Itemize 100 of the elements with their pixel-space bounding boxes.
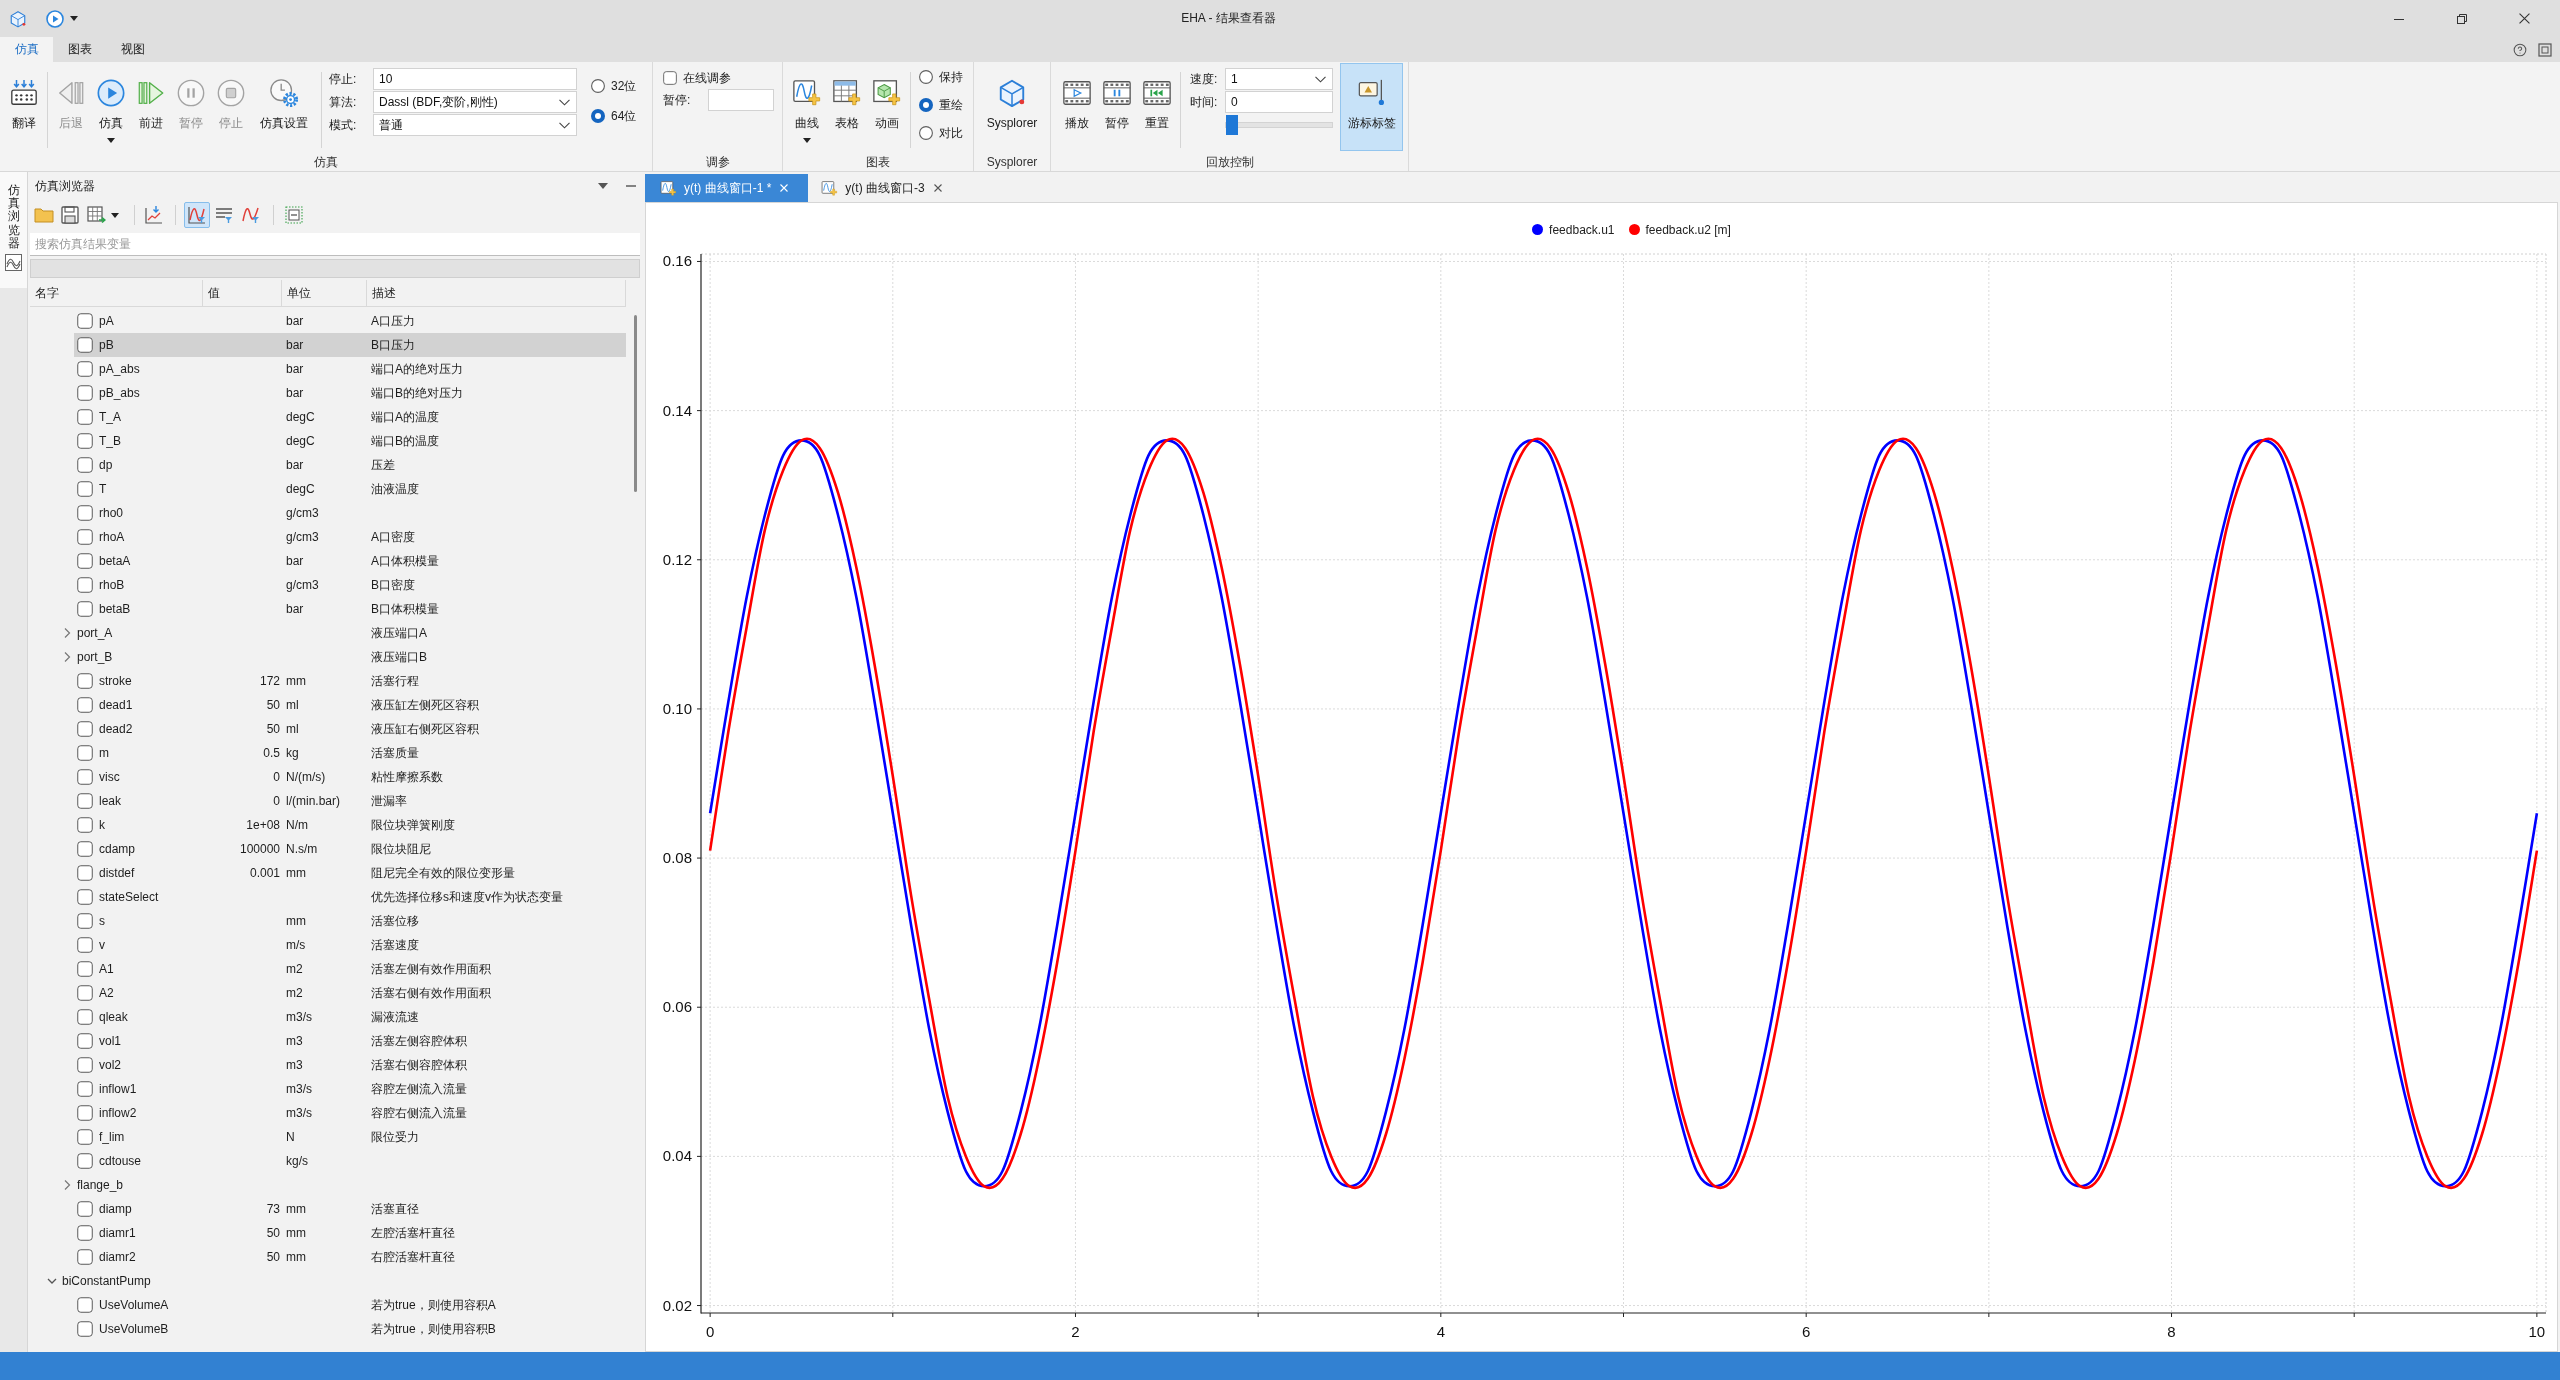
chart-import-icon[interactable]	[144, 205, 164, 225]
tree-row[interactable]: qleak m3/s 漏液流速	[74, 1005, 626, 1029]
checkbox[interactable]	[77, 385, 93, 401]
radio-button[interactable]	[919, 98, 933, 112]
checkbox[interactable]	[77, 697, 93, 713]
menu-tab[interactable]: 图表	[53, 37, 106, 62]
radio-button[interactable]	[591, 109, 605, 123]
ribbon-button[interactable]: 前进	[131, 63, 171, 151]
column-header[interactable]: 值	[203, 280, 282, 306]
tree-row[interactable]: visc 0 N/(m/s) 粘性摩擦系数	[74, 765, 626, 789]
chevron-icon[interactable]	[62, 651, 72, 663]
window-icon[interactable]	[2538, 42, 2552, 57]
save-icon[interactable]	[60, 205, 80, 225]
tree-row[interactable]: pA_abs bar 端口A的绝对压力	[74, 357, 626, 381]
tree-row[interactable]: stateSelect 优先选择位移s和速度v作为状态变量	[74, 885, 626, 909]
close-icon[interactable]	[2519, 13, 2530, 24]
tree-row[interactable]: diamr1 50 mm 左腔活塞杆直径	[74, 1221, 626, 1245]
ribbon-button[interactable]: 仿真	[91, 63, 131, 151]
checkbox[interactable]	[77, 1201, 93, 1217]
restore-icon[interactable]	[2456, 13, 2467, 24]
tree-row[interactable]: cdtouse kg/s	[74, 1149, 626, 1173]
checkbox[interactable]	[77, 937, 93, 953]
checkbox[interactable]	[77, 457, 93, 473]
checkbox[interactable]	[77, 721, 93, 737]
tree-row[interactable]: rhoB g/cm3 B口密度	[74, 573, 626, 597]
checkbox[interactable]	[77, 601, 93, 617]
tree-row[interactable]: T_A degC 端口A的温度	[74, 405, 626, 429]
view-toggle[interactable]	[184, 202, 210, 228]
tree-row[interactable]: diamp 73 mm 活塞直径	[74, 1197, 626, 1221]
checkbox[interactable]	[77, 1009, 93, 1025]
ribbon-button[interactable]: 翻译	[4, 63, 44, 151]
checkbox[interactable]	[77, 577, 93, 593]
tree-row[interactable]: inflow1 m3/s 容腔左侧流入流量	[74, 1077, 626, 1101]
checkbox[interactable]	[77, 1321, 93, 1337]
tree-row[interactable]: betaB bar B口体积模量	[74, 597, 626, 621]
checkbox[interactable]	[77, 865, 93, 881]
close-icon[interactable]	[933, 184, 942, 192]
tree-row[interactable]: T degC 油液温度	[74, 477, 626, 501]
text-field[interactable]: 0	[1225, 91, 1333, 113]
tree-row[interactable]: s mm 活塞位移	[74, 909, 626, 933]
checkbox[interactable]	[663, 71, 677, 85]
checkbox[interactable]	[77, 1105, 93, 1121]
ribbon-button[interactable]: Sysplorer	[983, 63, 1041, 151]
pause-field[interactable]	[708, 89, 774, 111]
checkbox[interactable]	[77, 913, 93, 929]
menu-tab[interactable]: 视图	[106, 37, 159, 62]
tree-row[interactable]: rho0 g/cm3	[74, 501, 626, 525]
tree-row[interactable]: port_A 液压端口A	[62, 621, 626, 645]
tree-row[interactable]: m 0.5 kg 活塞质量	[74, 741, 626, 765]
tree-row[interactable]: diamr2 50 mm 右腔活塞杆直径	[74, 1245, 626, 1269]
ribbon-button[interactable]: 仿真设置	[257, 63, 311, 151]
checkbox[interactable]	[77, 889, 93, 905]
text-field[interactable]: 10	[373, 68, 577, 90]
checkbox[interactable]	[77, 961, 93, 977]
combo-box[interactable]: 普通	[373, 114, 577, 136]
checkbox[interactable]	[77, 1153, 93, 1169]
plot-tab[interactable]: y(t) 曲线窗口-1 *	[645, 174, 809, 202]
radio-button[interactable]	[591, 79, 605, 93]
ribbon-button[interactable]: 播放	[1057, 63, 1097, 151]
help-icon[interactable]	[2513, 42, 2527, 57]
checkbox[interactable]	[77, 481, 93, 497]
checkbox[interactable]	[77, 553, 93, 569]
chevron-icon[interactable]	[62, 1179, 72, 1191]
column-header[interactable]: 名字	[30, 280, 203, 306]
tree-row[interactable]: vol1 m3 活塞左侧容腔体积	[74, 1029, 626, 1053]
combo-box[interactable]: 1	[1225, 68, 1333, 90]
checkbox[interactable]	[77, 1081, 93, 1097]
tree-row[interactable]: port_B 液压端口B	[62, 645, 626, 669]
tree-row[interactable]: rhoA g/cm3 A口密度	[74, 525, 626, 549]
checkbox[interactable]	[77, 1249, 93, 1265]
checkbox[interactable]	[77, 673, 93, 689]
tree-row[interactable]: biConstantPump	[47, 1269, 626, 1293]
tree-row[interactable]: T_B degC 端口B的温度	[74, 429, 626, 453]
checkbox[interactable]	[77, 433, 93, 449]
wave-icon[interactable]	[5, 253, 22, 271]
column-header[interactable]: 描述	[367, 280, 626, 306]
checkbox[interactable]	[77, 1057, 93, 1073]
checkbox[interactable]	[77, 769, 93, 785]
tree-row[interactable]: dead1 50 ml 液压缸左侧死区容积	[74, 693, 626, 717]
plot-tab[interactable]: y(t) 曲线窗口-3	[808, 174, 962, 202]
tree-row[interactable]: cdamp 100000 N.s/m 限位块阻尼	[74, 837, 626, 861]
checkbox[interactable]	[77, 529, 93, 545]
tree-row[interactable]: leak 0 l/(min.bar) 泄漏率	[74, 789, 626, 813]
checkbox[interactable]	[77, 1033, 93, 1049]
checkbox[interactable]	[77, 793, 93, 809]
tree-row[interactable]: pA bar A口压力	[74, 309, 626, 333]
ribbon-button[interactable]: 曲线	[787, 63, 827, 151]
tree-row[interactable]: dp bar 压差	[74, 453, 626, 477]
checkbox[interactable]	[77, 1297, 93, 1313]
tree-row[interactable]: A1 m2 活塞左侧有效作用面积	[74, 957, 626, 981]
checkbox[interactable]	[77, 1225, 93, 1241]
tree-row[interactable]: pB_abs bar 端口B的绝对压力	[74, 381, 626, 405]
search-field[interactable]: 搜索仿真结果变量	[30, 233, 640, 256]
combo-box[interactable]: Dassl (BDF,变阶,刚性)	[373, 91, 577, 113]
ribbon-button[interactable]: 重置	[1137, 63, 1177, 151]
tree-row[interactable]: distdef 0.001 mm 阻尼完全有效的限位变形量	[74, 861, 626, 885]
checkbox[interactable]	[77, 985, 93, 1001]
radio-button[interactable]	[919, 70, 933, 84]
checkbox[interactable]	[77, 817, 93, 833]
slider-thumb[interactable]	[1226, 115, 1238, 135]
